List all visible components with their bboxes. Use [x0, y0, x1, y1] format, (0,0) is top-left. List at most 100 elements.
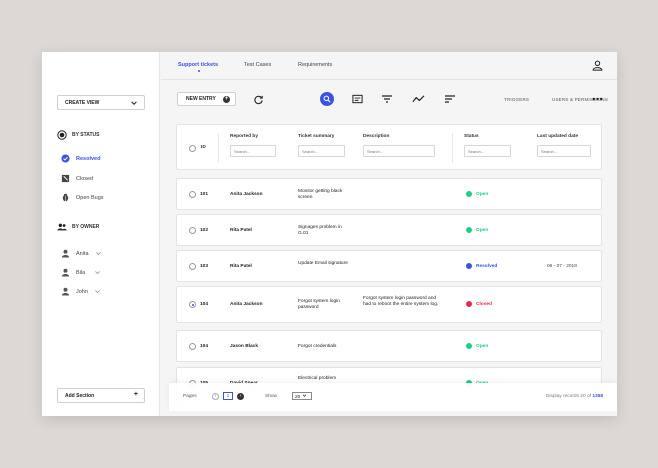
search-icon: [323, 95, 331, 103]
row-summary: Forgot credentials: [298, 344, 337, 349]
record-count-prefix: Display records 20 of: [545, 394, 591, 399]
filter-button[interactable]: [380, 92, 394, 106]
show-label: Show: [265, 394, 277, 399]
triggers-link[interactable]: TRIGGERS: [504, 97, 529, 102]
pagination-bar: Pages ‹ 1 › Show 20 Display records 20 o…: [169, 383, 617, 411]
sidebar-item-bila[interactable]: Bila: [61, 268, 101, 277]
status-label: Open: [476, 191, 489, 197]
summary-search-input[interactable]: [298, 145, 345, 157]
column-divider: [218, 133, 219, 163]
pages-label: Pages: [183, 394, 197, 399]
status-label: Open: [476, 343, 489, 349]
tab-requirements[interactable]: Requirements: [298, 62, 332, 68]
status-search-input[interactable]: [464, 145, 511, 157]
column-header-summary[interactable]: Ticket summary: [298, 134, 334, 139]
view-toggle-button[interactable]: [350, 92, 364, 106]
row-reporter: Rita Patel: [230, 264, 252, 269]
row-summary: Update Email signature: [298, 261, 348, 266]
status-badge: Closed: [466, 301, 492, 307]
new-entry-button[interactable]: NEW ENTRY +: [177, 92, 236, 106]
row-reporter: Anita Jackson: [230, 192, 263, 197]
new-entry-label: NEW ENTRY: [186, 96, 216, 102]
column-header-reported-by[interactable]: Reported by: [230, 134, 258, 139]
bug-icon: [62, 193, 69, 202]
trend-line-icon: [411, 95, 424, 103]
record-count-total: 1358: [592, 394, 603, 399]
refresh-button[interactable]: [251, 92, 265, 106]
chevron-down-icon: [95, 252, 101, 256]
by-owner-section[interactable]: BY OWNER: [57, 222, 99, 232]
tab-bar: Support tickets Test Cases Requirements: [161, 52, 617, 80]
sidebar-item-anita[interactable]: Anita: [61, 249, 102, 258]
row-select-radio[interactable]: [189, 263, 196, 270]
record-count: Display records 20 of 1358: [546, 394, 603, 399]
sidebar-item-resolved[interactable]: Resolved: [61, 154, 100, 163]
table-row[interactable]: 104 Jason Black Forgot credentials Open: [176, 330, 602, 362]
column-header-id[interactable]: ID: [201, 145, 206, 150]
table-row[interactable]: 101 Anita Jackson Monitor getting black …: [176, 178, 602, 210]
sidebar-item-label: Resolved: [76, 155, 101, 162]
row-reporter: Anita Jackson: [230, 302, 263, 307]
column-header-status[interactable]: Status: [464, 134, 479, 139]
status-dot-icon: [466, 301, 472, 307]
column-header-updated[interactable]: Last updated date: [537, 134, 578, 139]
sidebar-item-closed[interactable]: Closed: [61, 174, 93, 183]
status-label: Open: [476, 227, 489, 233]
column-divider: [452, 133, 453, 163]
sidebar-item-john[interactable]: John: [61, 287, 101, 296]
chevron-down-icon: [95, 290, 100, 294]
status-dot-icon: [466, 191, 472, 197]
description-search-input[interactable]: [363, 145, 435, 157]
table-row[interactable]: 104 Anita Jackson Forgot system login pa…: [176, 286, 602, 323]
closed-flag-icon: [61, 174, 70, 183]
filter-icon: [382, 95, 392, 103]
more-dots-icon[interactable]: [592, 95, 603, 103]
create-view-dropdown[interactable]: CREATE VIEW: [57, 95, 145, 110]
reported-by-search-input[interactable]: [230, 145, 276, 157]
row-select-radio[interactable]: [189, 343, 196, 350]
row-id: 101: [200, 192, 209, 197]
row-summary: Forgot system login password: [298, 299, 340, 310]
user-account-icon[interactable]: [592, 60, 603, 71]
sort-button[interactable]: [443, 92, 457, 106]
chart-button[interactable]: [411, 92, 425, 106]
status-badge: Open: [466, 227, 488, 233]
sidebar-item-open-bugs[interactable]: Open Bugs: [61, 193, 104, 202]
plus-icon: +: [133, 391, 138, 398]
sidebar-item-label: Bila: [76, 269, 86, 276]
by-status-section[interactable]: BY STATUS: [57, 130, 100, 140]
plus-icon: +: [223, 96, 230, 103]
search-button[interactable]: [320, 92, 334, 106]
sidebar-item-label: Closed: [76, 175, 94, 182]
tab-support-tickets[interactable]: Support tickets: [178, 62, 218, 72]
table-row[interactable]: 103 Rita Patel Update Email signature Re…: [176, 250, 602, 282]
select-all-radio[interactable]: [189, 145, 196, 152]
sidebar-item-label: Anita: [76, 250, 89, 257]
row-select-radio[interactable]: [189, 227, 196, 234]
sort-lines-icon: [445, 95, 455, 103]
next-page-button[interactable]: ›: [237, 393, 244, 400]
table-row[interactable]: 102 Rita Patel Signages problem in G.01 …: [176, 214, 602, 246]
card-view-icon: [351, 94, 363, 104]
column-header-description[interactable]: Description: [363, 134, 389, 139]
tab-test-cases[interactable]: Test Cases: [244, 62, 271, 68]
status-label: Resolved: [476, 263, 498, 269]
add-section-button[interactable]: Add Section +: [57, 388, 145, 403]
prev-page-button[interactable]: ‹: [212, 393, 219, 400]
row-id: 104: [200, 344, 209, 349]
status-label: Closed: [476, 301, 492, 307]
status-badge: Open: [466, 191, 488, 197]
current-page-input[interactable]: 1: [223, 392, 233, 400]
row-select-radio[interactable]: [189, 191, 196, 198]
check-circle-icon: [61, 154, 70, 163]
table-header: ID Reported by Ticket summary Descriptio…: [176, 124, 602, 170]
status-badge: Open: [466, 343, 488, 349]
status-dot-icon: [466, 227, 472, 233]
toolbar: NEW ENTRY + TRIGGERS USERS & PERMISSIONS: [161, 90, 617, 108]
row-select-radio[interactable]: [189, 301, 196, 308]
row-id: 103: [200, 264, 209, 269]
updated-search-input[interactable]: [537, 145, 591, 157]
page-size-select[interactable]: 20: [292, 392, 312, 400]
by-status-label: BY STATUS: [72, 132, 100, 138]
person-icon: [61, 287, 70, 296]
